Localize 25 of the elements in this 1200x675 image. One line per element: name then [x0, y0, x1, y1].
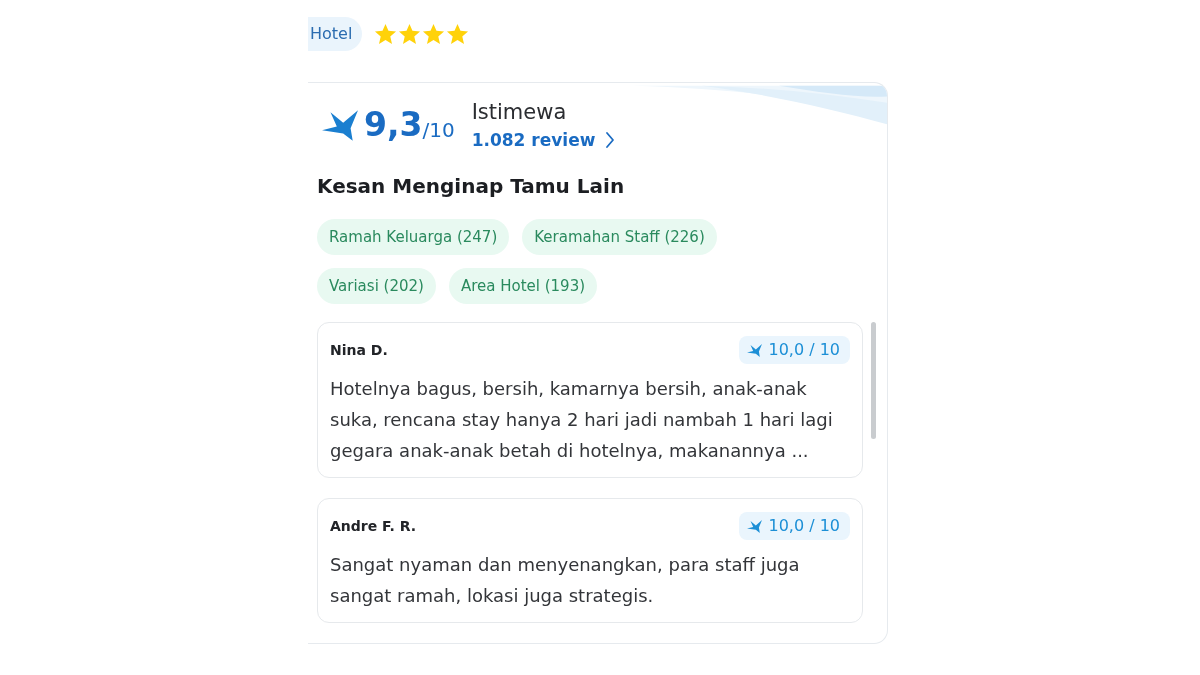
scrollbar-thumb[interactable] — [871, 322, 876, 439]
review-text: Sangat nyaman dan menyenangkan, para staff juga sangat ramah, lokasi juga strategis. — [330, 553, 801, 608]
bird-icon — [322, 109, 358, 141]
review-score-badge: 10,0 / 10 — [739, 336, 850, 364]
chevron-right-icon — [605, 131, 616, 149]
bird-icon — [747, 343, 763, 357]
star-icon — [446, 23, 470, 45]
reviewer-name: Andre F. R. — [330, 518, 417, 534]
section-title: Kesan Menginap Tamu Lain — [317, 173, 626, 199]
review-count-link[interactable]: 1.082 review — [471, 129, 616, 151]
score-scale: /10 — [422, 118, 455, 142]
score-value: 9,3 — [364, 105, 423, 145]
bird-icon — [747, 519, 763, 533]
impression-tag[interactable]: Variasi (202) — [317, 268, 436, 304]
star-icon — [422, 23, 446, 45]
review-text: Hotelnya bagus, bersih, kamarnya bersih, anak-anak suka, rencana stay hanya 2 hari jadi nambah 1 hari lagi gegara anak-anak betah di hotelnya, makanannya ... — [330, 377, 834, 463]
review-score-badge: 10,0 / 10 — [739, 512, 850, 540]
impression-tag[interactable]: Ramah Keluarga (247) — [317, 219, 510, 255]
reviewer-name: Nina D. — [330, 342, 388, 358]
category-badge: Hotel — [308, 17, 363, 51]
star-icon — [398, 23, 422, 45]
rating-label: Istimewa — [471, 99, 568, 125]
star-icon — [374, 23, 398, 45]
impression-tag[interactable]: Area Hotel (193) — [448, 268, 598, 304]
impression-tag[interactable]: Keramahan Staff (226) — [522, 219, 717, 255]
